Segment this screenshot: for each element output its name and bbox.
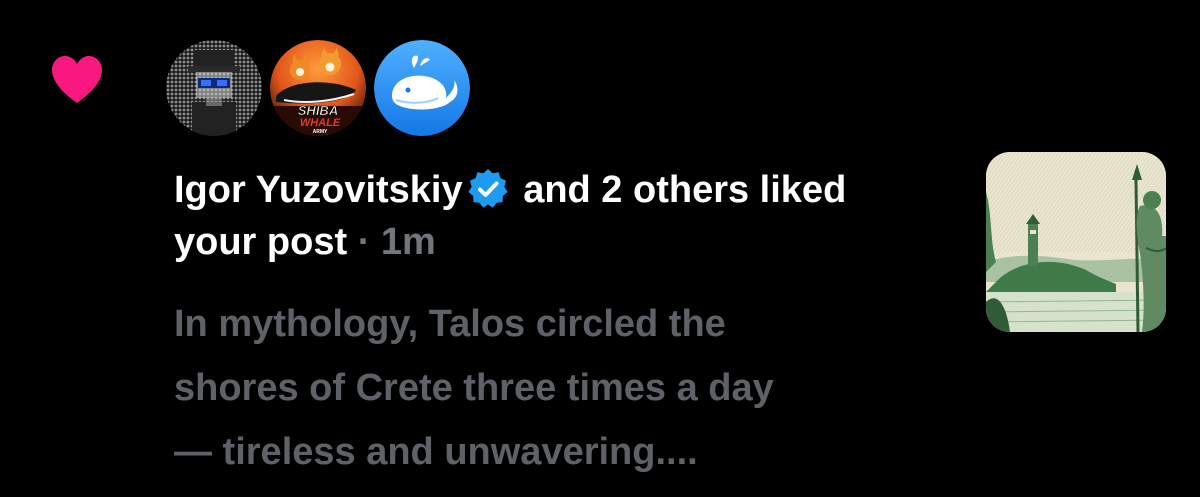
avatar-blue-whale[interactable] (374, 40, 470, 136)
like-action-text: and 2 others liked (523, 169, 847, 211)
avatar-text-army: ARMY (313, 129, 328, 135)
timestamp: 1m (380, 221, 436, 263)
avatar-shiba-whale[interactable]: SHIBA WHALE ARMY (270, 40, 366, 136)
post-object-text: your post (174, 221, 348, 263)
preview-line-1: In mythology, Talos circled the (174, 303, 726, 345)
verified-badge-icon (468, 169, 508, 208)
preview-line-2: shores of Crete three times a day (174, 367, 774, 409)
avatar-text-whale: WHALE (300, 117, 341, 129)
post-preview-text[interactable]: In mythology, Talos circled the shores of… (174, 292, 954, 484)
heart-icon (52, 56, 102, 103)
notification-headline: Igor Yuzovitskiy and 2 others liked your … (174, 164, 954, 268)
like-notification[interactable]: SHIBA WHALE ARMY Igor Yuzovitskiy and 2 … (0, 0, 1200, 497)
liker-name[interactable]: Igor Yuzovitskiy (174, 169, 463, 211)
liker-avatars: SHIBA WHALE ARMY (166, 40, 470, 136)
avatar-text-shiba: SHIBA (298, 103, 338, 118)
timestamp-separator: · (357, 221, 371, 263)
preview-line-3: — tireless and unwavering.... (174, 431, 698, 473)
avatar-pixel-figure[interactable] (166, 40, 262, 136)
post-thumbnail[interactable] (986, 152, 1166, 332)
